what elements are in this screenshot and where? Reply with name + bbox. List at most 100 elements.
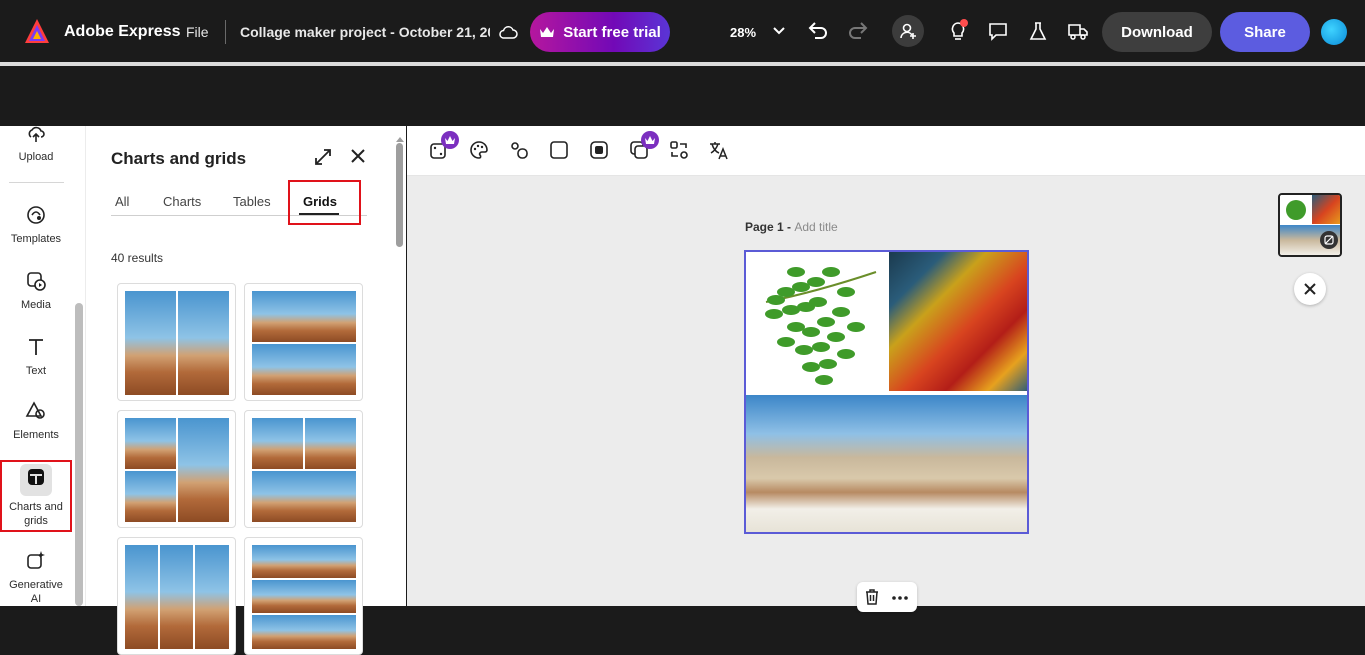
download-button[interactable]: Download [1102, 12, 1212, 52]
swap-icon[interactable] [668, 139, 692, 163]
thumb-cell [1280, 195, 1311, 224]
rail-label-upload: Upload [18, 151, 54, 163]
panel-title: Charts and grids [111, 149, 247, 168]
left-rail: Upload Templates Media Text Elements Cha… [0, 126, 86, 606]
rail-label-text: Text [25, 365, 47, 377]
grid-cell [178, 291, 229, 395]
grid-cell [252, 615, 356, 649]
context-toolbar [407, 126, 1365, 176]
file-menu[interactable]: File [186, 23, 209, 41]
rail-item-upload[interactable]: Upload [0, 124, 72, 164]
highlight-box-rail [0, 460, 72, 532]
generative-ai-icon [27, 551, 45, 569]
rail-item-templates[interactable]: Templates [0, 204, 72, 246]
grid-cell [305, 418, 356, 469]
tab-tables[interactable]: Tables [233, 194, 271, 209]
add-title-field[interactable]: Add title [794, 220, 837, 234]
delivery-truck-icon[interactable] [1066, 19, 1090, 43]
close-icon[interactable] [1294, 273, 1326, 305]
grid-template-3[interactable] [117, 410, 236, 528]
tab-charts[interactable]: Charts [163, 194, 201, 209]
chevron-down-icon[interactable] [770, 20, 788, 42]
elements-icon [25, 401, 45, 419]
cloud-sync-icon[interactable] [497, 21, 519, 43]
grid-cell [160, 545, 193, 649]
templates-icon [27, 206, 45, 224]
grid-cell [125, 471, 176, 522]
share-button[interactable]: Share [1220, 12, 1310, 52]
grid-template-5[interactable] [117, 537, 236, 655]
dice-icon[interactable] [428, 131, 459, 163]
grid-cell [252, 418, 303, 469]
leaf-photo[interactable] [746, 252, 887, 393]
grid-cell [125, 291, 176, 395]
rail-item-generative-ai[interactable]: Generative AI [0, 550, 72, 606]
invite-user-icon[interactable] [892, 15, 924, 47]
highlight-box-grids-tab [288, 180, 361, 225]
adobe-express-logo-icon[interactable] [22, 16, 52, 46]
more-options-icon[interactable] [891, 589, 909, 607]
grid-template-1[interactable] [117, 283, 236, 401]
text-icon [29, 339, 43, 355]
canvas-area: Page 1 - Add title [407, 176, 1365, 612]
tab-all[interactable]: All [115, 194, 129, 209]
grid-template-6[interactable] [244, 537, 363, 655]
border-icon[interactable] [548, 139, 572, 163]
friends-photo[interactable] [889, 252, 1027, 391]
expand-icon[interactable] [314, 148, 334, 168]
floating-actions [857, 582, 917, 612]
lightbulb-icon[interactable] [946, 19, 970, 43]
avatar[interactable] [1321, 19, 1347, 45]
rail-item-text[interactable]: Text [0, 336, 72, 378]
surfer-photo[interactable] [746, 395, 1027, 532]
shape-swap-icon[interactable] [508, 139, 532, 163]
zoom-level[interactable]: 28% [730, 23, 756, 41]
rail-scrollbar[interactable] [75, 303, 83, 606]
trash-icon[interactable] [864, 588, 882, 606]
upload-icon [28, 126, 45, 142]
rail-label-elements: Elements [13, 429, 59, 441]
results-count: 40 results [111, 251, 164, 265]
divider [225, 20, 226, 44]
header-band [0, 66, 1365, 126]
rail-label-generative-ai: Generative AI [9, 579, 63, 605]
grid-cell [125, 545, 158, 649]
premium-crown-icon [441, 131, 459, 149]
rail-item-elements[interactable]: Elements [0, 400, 72, 442]
grid-cell [252, 580, 356, 613]
top-bar: Adobe Express File Collage maker project… [0, 0, 1365, 62]
start-free-trial-button[interactable]: Start free trial [530, 12, 670, 52]
comment-icon[interactable] [986, 19, 1010, 43]
premium-crown-icon [641, 131, 659, 149]
grid-cell [125, 418, 176, 469]
page-number: Page 1 - [745, 220, 795, 234]
close-icon[interactable] [350, 148, 368, 166]
grid-cell [252, 344, 356, 395]
grid-template-4[interactable] [244, 410, 363, 528]
frame-icon[interactable] [588, 139, 612, 163]
grid-template-2[interactable] [244, 283, 363, 401]
rail-label-media: Media [21, 299, 51, 311]
collage-page[interactable] [744, 250, 1029, 534]
flask-icon[interactable] [1026, 19, 1050, 43]
undo-icon[interactable] [806, 19, 830, 43]
panel-scrollbar[interactable] [396, 143, 403, 247]
project-title[interactable]: Collage maker project - October 21, 202.… [240, 23, 490, 41]
redo-icon[interactable] [846, 19, 870, 43]
page-label: Page 1 - Add title [745, 220, 838, 234]
layers-icon[interactable] [628, 131, 659, 163]
grid-cell [195, 545, 229, 649]
grid-cell [252, 291, 356, 342]
grid-cell [178, 418, 229, 522]
app-name: Adobe Express [64, 23, 181, 40]
page-thumbnail[interactable] [1278, 193, 1342, 257]
translate-icon[interactable] [708, 139, 732, 163]
palette-icon[interactable] [468, 139, 492, 163]
layout-icon [1320, 231, 1338, 249]
rail-item-media[interactable]: Media [0, 270, 72, 312]
grid-cell [252, 471, 356, 522]
thumb-cell [1312, 195, 1340, 224]
media-icon [27, 272, 46, 291]
scroll-up-arrow-icon[interactable] [396, 131, 404, 142]
crown-icon [540, 27, 555, 37]
